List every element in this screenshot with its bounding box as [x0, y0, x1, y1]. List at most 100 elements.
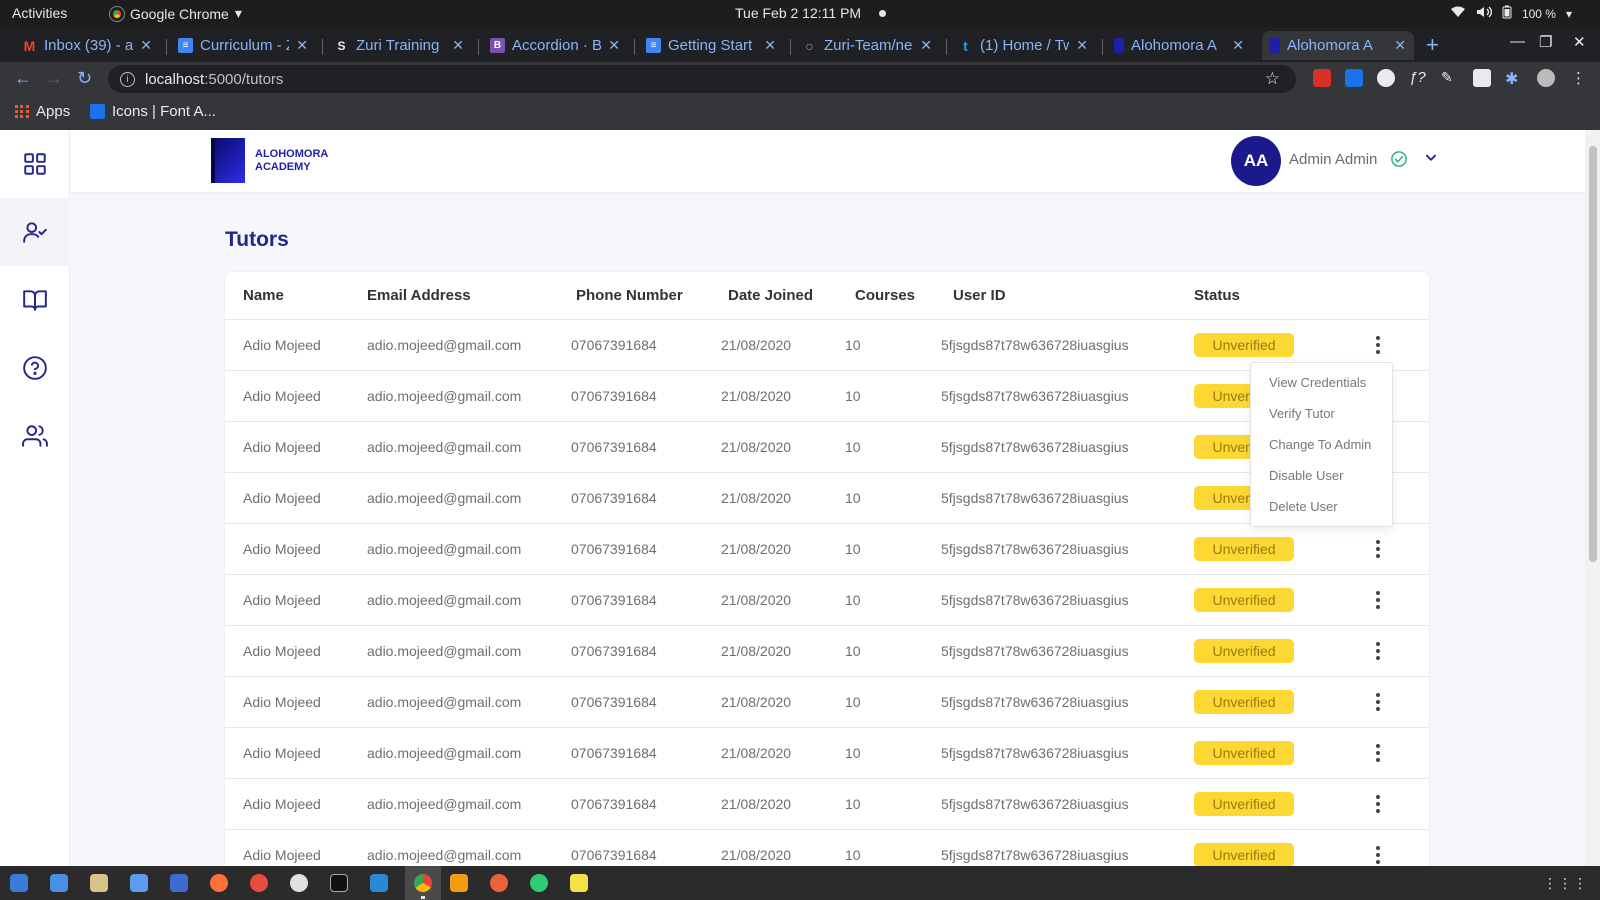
show-applications-icon[interactable]: ⋮⋮⋮: [1543, 875, 1588, 892]
back-icon[interactable]: ←: [14, 68, 32, 89]
close-tab-icon[interactable]: ✕: [296, 37, 308, 54]
close-tab-icon[interactable]: ✕: [1232, 37, 1244, 54]
more-vertical-icon[interactable]: [1368, 740, 1388, 766]
extension-icon[interactable]: [1473, 69, 1491, 87]
extension-icon[interactable]: [1377, 69, 1395, 87]
bookmark-apps[interactable]: Apps: [15, 103, 70, 120]
dock-app-icon[interactable]: [130, 874, 148, 892]
dock-app-icon[interactable]: [90, 874, 108, 892]
extension-icon[interactable]: [1345, 69, 1363, 87]
chevron-down-icon[interactable]: [1424, 151, 1438, 165]
dock-app-icon[interactable]: [170, 874, 188, 892]
browser-tab-active[interactable]: Alohomora A ✕: [1262, 31, 1414, 60]
close-tab-icon[interactable]: ✕: [608, 37, 620, 54]
column-header[interactable]: User ID: [953, 287, 1006, 304]
reload-icon[interactable]: ↻: [77, 68, 92, 89]
table-row[interactable]: Adio Mojeed adio.mojeed@gmail.com 07067391…: [225, 574, 1429, 625]
close-tab-icon[interactable]: ✕: [920, 37, 932, 54]
sidebar-item-dashboard[interactable]: [0, 130, 70, 198]
sidebar-item-help[interactable]: [0, 334, 70, 402]
column-header[interactable]: Phone Number: [576, 287, 683, 304]
new-tab-button[interactable]: +: [1426, 32, 1439, 58]
browser-tab[interactable]: ≡ Getting Start ✕: [638, 31, 784, 60]
extension-icon[interactable]: [1313, 69, 1331, 87]
sidebar-item-tutors[interactable]: [0, 198, 70, 266]
avatar[interactable]: AA: [1231, 136, 1281, 186]
table-row[interactable]: Adio Mojeed adio.mojeed@gmail.com 07067391…: [225, 472, 1429, 523]
browser-tab[interactable]: B Accordion · B ✕: [482, 31, 628, 60]
pen-extension-icon[interactable]: ✎: [1441, 69, 1459, 87]
table-row[interactable]: Adio Mojeed adio.mojeed@gmail.com 07067391…: [225, 370, 1429, 421]
close-tab-icon[interactable]: ✕: [452, 37, 464, 54]
more-vertical-icon[interactable]: [1368, 689, 1388, 715]
table-row[interactable]: Adio Mojeed adio.mojeed@gmail.com 07067391…: [225, 829, 1429, 866]
more-vertical-icon[interactable]: [1368, 587, 1388, 613]
dock-app-icon[interactable]: [290, 874, 308, 892]
table-row[interactable]: Adio Mojeed adio.mojeed@gmail.com 07067391…: [225, 421, 1429, 472]
browser-tab[interactable]: ○ Zuri-Team/ne ✕: [794, 31, 940, 60]
table-row[interactable]: Adio Mojeed adio.mojeed@gmail.com 07067391…: [225, 676, 1429, 727]
sidebar-item-courses[interactable]: [0, 266, 70, 334]
logo[interactable]: ALOHOMORA ACADEMY: [211, 138, 328, 183]
bookmark-star-icon[interactable]: ☆: [1265, 69, 1280, 89]
menu-item-view-credentials[interactable]: View Credentials: [1251, 367, 1392, 398]
clock[interactable]: Tue Feb 2 12:11 PM: [735, 5, 861, 21]
table-row[interactable]: Adio Mojeed adio.mojeed@gmail.com 07067391…: [225, 319, 1429, 370]
extensions-puzzle-icon[interactable]: ✱: [1505, 69, 1523, 88]
more-vertical-icon[interactable]: [1368, 638, 1388, 664]
more-vertical-icon[interactable]: [1368, 536, 1388, 562]
column-header[interactable]: Courses: [855, 287, 915, 304]
sidebar-item-users[interactable]: [0, 402, 70, 470]
close-tab-icon[interactable]: ✕: [764, 37, 776, 54]
page-scrollbar[interactable]: [1585, 130, 1600, 866]
chrome-dock-icon[interactable]: [414, 874, 432, 899]
column-header[interactable]: Status: [1194, 287, 1240, 304]
menu-item-verify-tutor[interactable]: Verify Tutor: [1251, 398, 1392, 429]
table-row[interactable]: Adio Mojeed adio.mojeed@gmail.com 07067391…: [225, 778, 1429, 829]
close-window-icon[interactable]: ✕: [1573, 33, 1586, 51]
menu-item-change-to-admin[interactable]: Change To Admin: [1251, 429, 1392, 460]
more-vertical-icon[interactable]: [1368, 791, 1388, 817]
more-vertical-icon[interactable]: [1368, 332, 1388, 358]
more-vertical-icon[interactable]: [1368, 842, 1388, 866]
table-row[interactable]: Adio Mojeed adio.mojeed@gmail.com 07067391…: [225, 523, 1429, 574]
firefox-icon[interactable]: [210, 874, 228, 892]
site-info-icon[interactable]: i: [120, 71, 135, 87]
browser-tab[interactable]: Alohomora A ✕: [1106, 31, 1252, 60]
scrollbar-thumb[interactable]: [1589, 146, 1597, 562]
profile-avatar-icon[interactable]: [1537, 69, 1555, 87]
dock-app-icon[interactable]: [50, 874, 68, 892]
terminal-icon[interactable]: [330, 874, 348, 892]
close-tab-icon[interactable]: ✕: [1394, 37, 1406, 54]
menu-item-disable-user[interactable]: Disable User: [1251, 460, 1392, 491]
notes-icon[interactable]: [570, 874, 588, 892]
restore-icon[interactable]: ❐: [1539, 33, 1552, 51]
dock-app-icon[interactable]: [490, 874, 508, 892]
browser-tab[interactable]: ≡ Curriculum - Z ✕: [170, 31, 316, 60]
formula-extension-icon[interactable]: ƒ?: [1409, 69, 1427, 87]
app-menu[interactable]: Google Chrome ▾: [109, 5, 242, 22]
address-bar[interactable]: i localhost:5000/tutors ☆: [108, 65, 1296, 93]
forward-icon[interactable]: →: [45, 68, 63, 89]
close-tab-icon[interactable]: ✕: [1076, 37, 1088, 54]
minimize-icon[interactable]: —: [1510, 33, 1525, 50]
vscode-icon[interactable]: [370, 874, 388, 892]
column-header[interactable]: Name: [243, 287, 284, 304]
bookmark-font-awesome[interactable]: Icons | Font A...: [90, 103, 216, 120]
column-header[interactable]: Email Address: [367, 287, 471, 304]
dock-app-icon[interactable]: [530, 874, 548, 892]
browser-tab[interactable]: t (1) Home / Tw ✕: [950, 31, 1096, 60]
help-app-icon[interactable]: [250, 874, 268, 892]
close-tab-icon[interactable]: ✕: [140, 37, 152, 54]
dock-app-icon[interactable]: [10, 874, 28, 892]
menu-item-delete-user[interactable]: Delete User: [1251, 491, 1392, 522]
activities-button[interactable]: Activities: [12, 5, 67, 21]
table-row[interactable]: Adio Mojeed adio.mojeed@gmail.com 07067391…: [225, 625, 1429, 676]
table-row[interactable]: Adio Mojeed adio.mojeed@gmail.com 07067391…: [225, 727, 1429, 778]
chrome-menu-icon[interactable]: ⋮: [1571, 69, 1589, 87]
vlc-icon[interactable]: [450, 874, 468, 892]
browser-tab[interactable]: S Zuri Training ✕: [326, 31, 472, 60]
browser-tab[interactable]: M Inbox (39) - ad ✕: [14, 31, 160, 60]
column-header[interactable]: Date Joined: [728, 287, 813, 304]
system-tray[interactable]: 100 % ▾: [1450, 5, 1572, 22]
